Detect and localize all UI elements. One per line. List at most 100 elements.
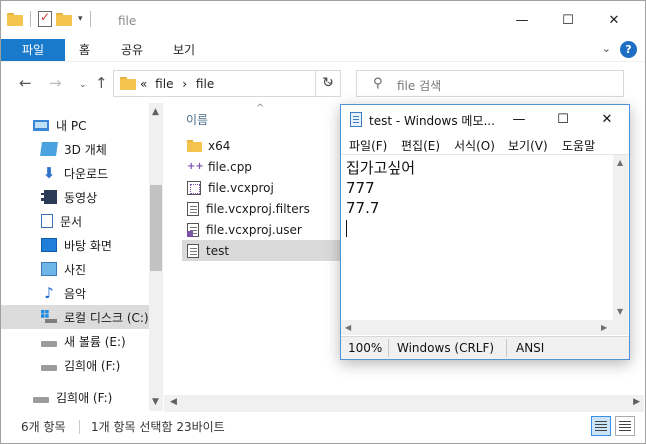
scroll-down-arrow-icon[interactable]: ▼ bbox=[617, 307, 623, 316]
sidebar-item-music[interactable]: ♪ 음악 bbox=[1, 281, 149, 305]
search-box[interactable]: ⚲ file 검색 bbox=[356, 70, 624, 97]
list-item[interactable]: ++ file.cpp bbox=[182, 156, 352, 177]
sidebar-scroll-thumb[interactable] bbox=[150, 185, 162, 271]
file-name: x64 bbox=[208, 138, 231, 153]
tab-home[interactable]: 홈 bbox=[79, 39, 90, 61]
text-line: 777 bbox=[346, 179, 375, 197]
list-item[interactable]: x64 bbox=[182, 135, 352, 156]
sidebar-item-pictures[interactable]: 사진 bbox=[1, 257, 149, 281]
video-icon bbox=[41, 190, 57, 204]
menu-file[interactable]: 파일(F) bbox=[349, 137, 387, 154]
sidebar-item-label: 김희애 (F:) bbox=[64, 358, 121, 373]
list-item[interactable]: test bbox=[182, 240, 362, 261]
notepad-text-area[interactable]: 집가고싶어 777 77.7 bbox=[341, 155, 613, 320]
breadcrumb-item[interactable]: file bbox=[196, 77, 214, 91]
scroll-up-arrow-icon[interactable]: ▲ bbox=[617, 158, 623, 167]
selection-info: 1개 항목 선택함 23바이트 bbox=[91, 420, 225, 434]
sidebar-item-drive-f[interactable]: 김희애 (F:) bbox=[1, 353, 149, 377]
sidebar-item-this-pc[interactable]: 내 PC bbox=[1, 113, 149, 137]
picture-icon bbox=[41, 262, 57, 276]
breadcrumb-overflow[interactable]: « bbox=[140, 77, 147, 91]
column-header-name[interactable]: 이름 bbox=[186, 111, 208, 128]
customize-toolbar-icon[interactable]: ▾ bbox=[78, 14, 83, 24]
scroll-right-arrow-icon[interactable]: ▶ bbox=[633, 397, 640, 407]
minimize-button[interactable]: — bbox=[499, 1, 545, 39]
search-icon: ⚲ bbox=[373, 76, 383, 91]
file-name: file.vcxproj bbox=[208, 180, 274, 195]
sidebar-item-label: 동영상 bbox=[64, 190, 98, 205]
breadcrumb-separator[interactable]: › bbox=[182, 77, 187, 91]
file-list-horizontal-scrollbar[interactable]: ◀ ▶ bbox=[164, 395, 644, 412]
filters-file-icon bbox=[187, 201, 199, 216]
notepad-minimize-button[interactable]: — bbox=[497, 105, 541, 133]
sort-ascending-icon: ^ bbox=[256, 103, 265, 114]
desktop-icon bbox=[41, 238, 57, 252]
forward-arrow-icon[interactable]: → bbox=[49, 74, 62, 92]
close-button[interactable]: ✕ bbox=[591, 1, 637, 39]
recent-locations-chevron-icon[interactable]: ⌄ bbox=[79, 80, 87, 90]
list-item[interactable]: file.vcxproj bbox=[182, 177, 352, 198]
scroll-left-arrow-icon[interactable]: ◀ bbox=[170, 397, 177, 407]
sidebar-item-label: 바탕 화면 bbox=[64, 238, 112, 253]
list-item[interactable]: file.vcxproj.filters bbox=[182, 198, 352, 219]
scroll-down-arrow-icon[interactable]: ▼ bbox=[152, 397, 159, 407]
expand-ribbon-icon[interactable]: ⌄ bbox=[602, 42, 611, 55]
notepad-vertical-scrollbar[interactable]: ▲ ▼ bbox=[613, 155, 628, 320]
menu-format[interactable]: 서식(O) bbox=[454, 137, 495, 154]
navigation-pane: 내 PC 3D 개체 ⬇ 다운로드 동영상 문서 바탕 화면 사진 ♪ 음악 로… bbox=[1, 103, 163, 411]
properties-icon[interactable] bbox=[38, 10, 52, 27]
scroll-right-arrow-icon[interactable]: ▶ bbox=[601, 323, 607, 332]
toolbar-divider bbox=[30, 11, 31, 27]
text-file-icon bbox=[187, 243, 199, 258]
window-title: file bbox=[118, 14, 137, 28]
sidebar-item-drive-f-root[interactable]: 김희애 (F:) bbox=[1, 385, 149, 409]
up-arrow-icon[interactable]: ↑ bbox=[95, 74, 108, 92]
sidebar-item-desktop[interactable]: 바탕 화면 bbox=[1, 233, 149, 257]
sidebar-item-label: 다운로드 bbox=[64, 166, 109, 181]
address-bar[interactable]: « file › file ⌄ bbox=[113, 70, 341, 97]
text-line: 집가고싶어 bbox=[346, 159, 416, 177]
text-line: 77.7 bbox=[346, 199, 380, 217]
navigation-bar: ← → ⌄ ↑ « file › file ⌄ ↻ ⚲ file 검색 bbox=[1, 61, 645, 103]
help-icon[interactable]: ? bbox=[620, 41, 637, 58]
tab-file[interactable]: 파일 bbox=[1, 39, 65, 61]
refresh-button[interactable]: ↻ bbox=[315, 70, 341, 97]
zoom-level: 100% bbox=[348, 341, 383, 355]
sidebar-item-documents[interactable]: 문서 bbox=[1, 209, 149, 233]
notepad-horizontal-scrollbar[interactable]: ◀ ▶ bbox=[341, 320, 613, 335]
details-view-icon[interactable] bbox=[591, 416, 611, 436]
large-icons-view-icon[interactable] bbox=[615, 416, 635, 436]
scroll-up-arrow-icon[interactable]: ▲ bbox=[152, 107, 159, 117]
status-divider bbox=[79, 420, 80, 434]
sidebar-item-local-disk-c[interactable]: 로컬 디스크 (C:) bbox=[1, 305, 149, 329]
breadcrumb-item[interactable]: file bbox=[155, 77, 173, 91]
notepad-status-bar: 100% Windows (CRLF) ANSI bbox=[341, 336, 629, 359]
tab-share[interactable]: 공유 bbox=[121, 39, 143, 61]
menu-help[interactable]: 도움말 bbox=[562, 137, 595, 154]
sidebar-item-3d-objects[interactable]: 3D 개체 bbox=[1, 137, 149, 161]
sidebar-item-downloads[interactable]: ⬇ 다운로드 bbox=[1, 161, 149, 185]
notepad-close-button[interactable]: ✕ bbox=[585, 105, 629, 133]
notepad-maximize-button[interactable]: ☐ bbox=[541, 105, 585, 133]
folder-icon bbox=[120, 77, 136, 90]
music-icon: ♪ bbox=[44, 284, 54, 302]
sidebar-item-videos[interactable]: 동영상 bbox=[1, 185, 149, 209]
scroll-left-arrow-icon[interactable]: ◀ bbox=[345, 323, 351, 332]
text-caret-line bbox=[346, 218, 608, 238]
3d-objects-icon bbox=[40, 142, 58, 156]
new-folder-icon[interactable] bbox=[56, 12, 72, 26]
back-arrow-icon[interactable]: ← bbox=[19, 74, 32, 92]
maximize-button[interactable]: ☐ bbox=[545, 1, 591, 39]
folder-icon bbox=[7, 12, 23, 26]
menu-view[interactable]: 보기(V) bbox=[508, 137, 548, 154]
sidebar-item-label: 음악 bbox=[64, 286, 87, 301]
line-ending: Windows (CRLF) bbox=[397, 341, 495, 355]
list-item[interactable]: file.vcxproj.user bbox=[182, 219, 352, 240]
sidebar-item-label: 3D 개체 bbox=[64, 142, 107, 157]
notepad-menu-bar: 파일(F) 편집(E) 서식(O) 보기(V) 도움말 bbox=[341, 133, 629, 155]
sidebar-item-volume-e[interactable]: 새 볼륨 (E:) bbox=[1, 329, 149, 353]
search-input[interactable]: file 검색 bbox=[397, 77, 441, 94]
notepad-icon bbox=[350, 112, 362, 127]
tab-view[interactable]: 보기 bbox=[173, 39, 195, 61]
menu-edit[interactable]: 편집(E) bbox=[401, 137, 440, 154]
